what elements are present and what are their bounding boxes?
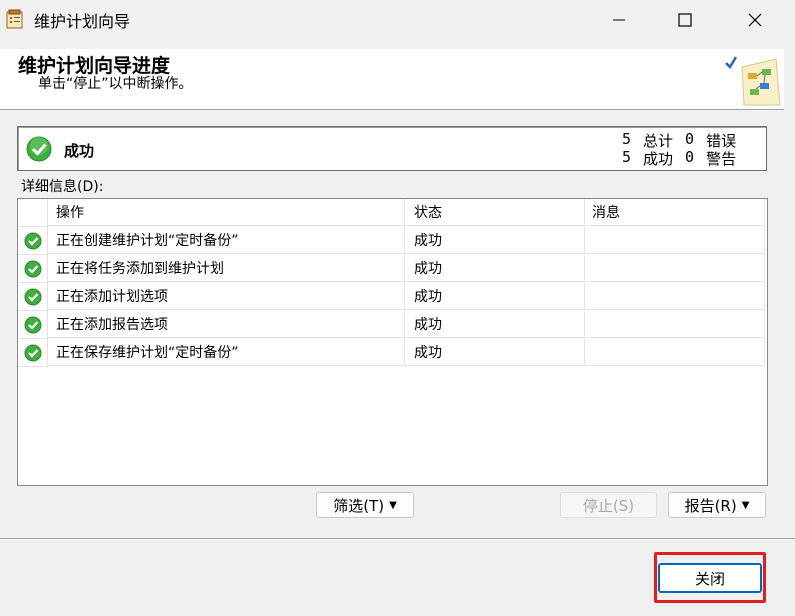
warning-count: 0	[685, 148, 695, 166]
row-message	[586, 283, 765, 310]
success-check-icon	[24, 260, 41, 277]
window-title: 维护计划向导	[34, 12, 131, 31]
row-status: 成功	[406, 283, 585, 310]
success-check-icon	[24, 288, 41, 305]
table-row[interactable]: 正在将任务添加到维护计划 成功	[18, 255, 767, 283]
filter-dropdown-button[interactable]: 筛选(T) ▼	[316, 492, 414, 518]
row-status: 成功	[406, 255, 585, 282]
close-icon	[748, 13, 762, 27]
column-header-status[interactable]: 状态	[406, 199, 585, 226]
filter-label: 筛选(T)	[333, 496, 385, 515]
page-subtitle: 单击“停止”以中断操作。	[38, 76, 193, 92]
success-label: 成功	[643, 150, 674, 168]
success-check-icon	[26, 136, 52, 166]
report-label: 报告(R)	[684, 496, 737, 515]
success-check-icon	[24, 316, 41, 333]
wizard-graphic-icon	[722, 53, 784, 113]
success-check-icon	[24, 344, 41, 361]
report-dropdown-button[interactable]: 报告(R) ▼	[668, 492, 766, 518]
minimize-icon	[613, 19, 625, 21]
column-header-message[interactable]: 消息	[586, 199, 765, 226]
summary-panel: 成功 5 总计 0 错误 5 成功 0 警告	[17, 126, 767, 171]
footer-divider	[0, 538, 795, 540]
row-status: 成功	[406, 339, 585, 366]
warning-label: 警告	[706, 150, 737, 168]
row-action: 正在创建维护计划“定时备份”	[48, 227, 405, 254]
row-message	[586, 339, 765, 366]
stats-row-success: 5 成功 0 警告	[622, 148, 736, 169]
details-label: 详细信息(D):	[21, 179, 104, 195]
success-count: 5	[622, 148, 632, 166]
grid-header-icon-column	[18, 199, 48, 227]
table-row[interactable]: 正在添加报告选项 成功	[18, 311, 767, 339]
grid-header-row: 操作 状态 消息	[18, 199, 767, 227]
minimize-button[interactable]	[590, 0, 648, 40]
dropdown-arrow-icon: ▼	[741, 499, 750, 511]
row-status: 成功	[406, 227, 585, 254]
table-row[interactable]: 正在创建维护计划“定时备份” 成功	[18, 227, 767, 255]
table-row[interactable]: 正在添加计划选项 成功	[18, 283, 767, 311]
success-check-icon	[24, 232, 41, 249]
maximize-icon	[678, 13, 692, 27]
title-bar: 维护计划向导	[0, 0, 795, 40]
stop-button[interactable]: 停止(S)	[560, 492, 657, 518]
maximize-button[interactable]	[656, 0, 714, 40]
row-message	[586, 255, 765, 282]
details-grid[interactable]: 操作 状态 消息 正在创建维护计划“定时备份” 成功 正在将任务添加到维护计划 …	[17, 198, 768, 486]
dropdown-arrow-icon: ▼	[389, 499, 397, 511]
row-message	[586, 311, 765, 338]
row-action: 正在添加报告选项	[48, 311, 405, 338]
summary-status: 成功	[64, 142, 95, 160]
row-action: 正在保存维护计划“定时备份”	[48, 339, 405, 366]
wizard-header: 维护计划向导进度 单击“停止”以中断操作。	[0, 49, 784, 110]
stop-label: 停止(S)	[582, 496, 635, 515]
table-row[interactable]: 正在保存维护计划“定时备份” 成功	[18, 339, 767, 367]
column-header-action[interactable]: 操作	[48, 199, 405, 226]
row-message	[586, 227, 765, 254]
row-action: 正在将任务添加到维护计划	[48, 255, 405, 282]
wizard-app-icon	[6, 9, 24, 29]
row-action: 正在添加计划选项	[48, 283, 405, 310]
close-button[interactable]: 关闭	[658, 563, 762, 593]
row-status: 成功	[406, 311, 585, 338]
window-close-button[interactable]	[726, 0, 784, 40]
